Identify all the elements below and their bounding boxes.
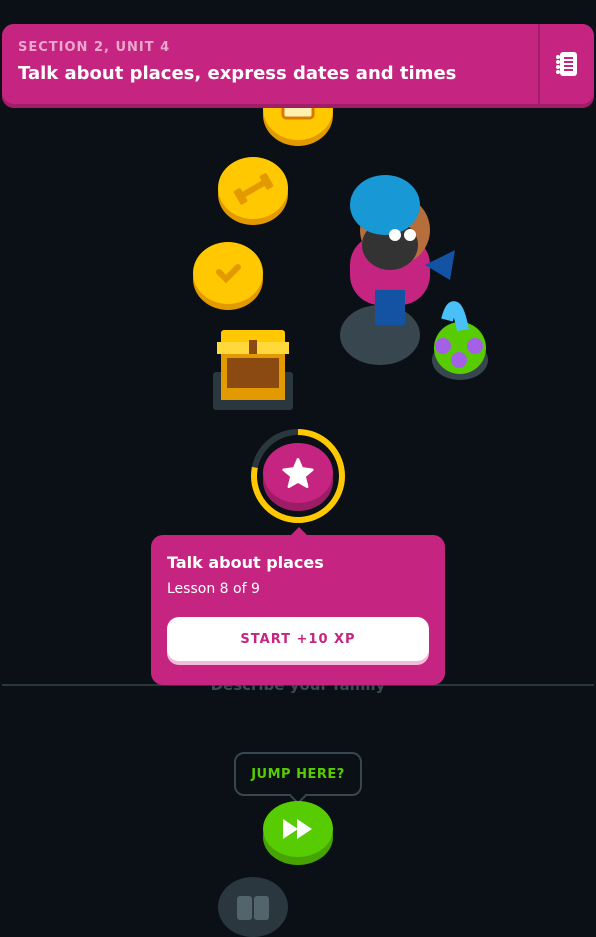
star-lesson-button[interactable] xyxy=(263,443,333,503)
character-illustration xyxy=(340,175,488,380)
section-label: SECTION 2, UNIT 4 xyxy=(18,40,171,55)
start-lesson-button[interactable]: START +10 XP xyxy=(167,617,429,661)
unit-title: Talk about places, express dates and tim… xyxy=(18,63,457,84)
jump-here-tooltip: JUMP HERE? xyxy=(234,752,362,796)
star-icon xyxy=(282,458,314,488)
check-icon xyxy=(216,264,241,284)
locked-lesson-node[interactable] xyxy=(218,877,288,937)
treasure-chest-icon xyxy=(213,330,293,410)
notebook-icon xyxy=(556,52,577,76)
dumbbell-icon xyxy=(233,173,274,205)
jump-here-button[interactable] xyxy=(263,801,333,857)
lesson-node-check[interactable] xyxy=(193,242,263,304)
popup-title: Talk about places xyxy=(167,553,324,572)
current-lesson-node[interactable] xyxy=(248,429,348,523)
popup-subtitle: Lesson 8 of 9 xyxy=(167,581,260,597)
unit-header-overlay: SECTION 2, UNIT 4 Talk about places, exp… xyxy=(2,24,594,104)
lesson-popup: Talk about places Lesson 8 of 9 START +1… xyxy=(151,527,445,685)
treasure-chest-node[interactable] xyxy=(213,322,293,410)
fast-forward-icon xyxy=(283,819,312,839)
lesson-node-practice[interactable] xyxy=(218,157,288,219)
book-icon xyxy=(237,896,269,920)
guidebook-button[interactable] xyxy=(538,24,594,104)
